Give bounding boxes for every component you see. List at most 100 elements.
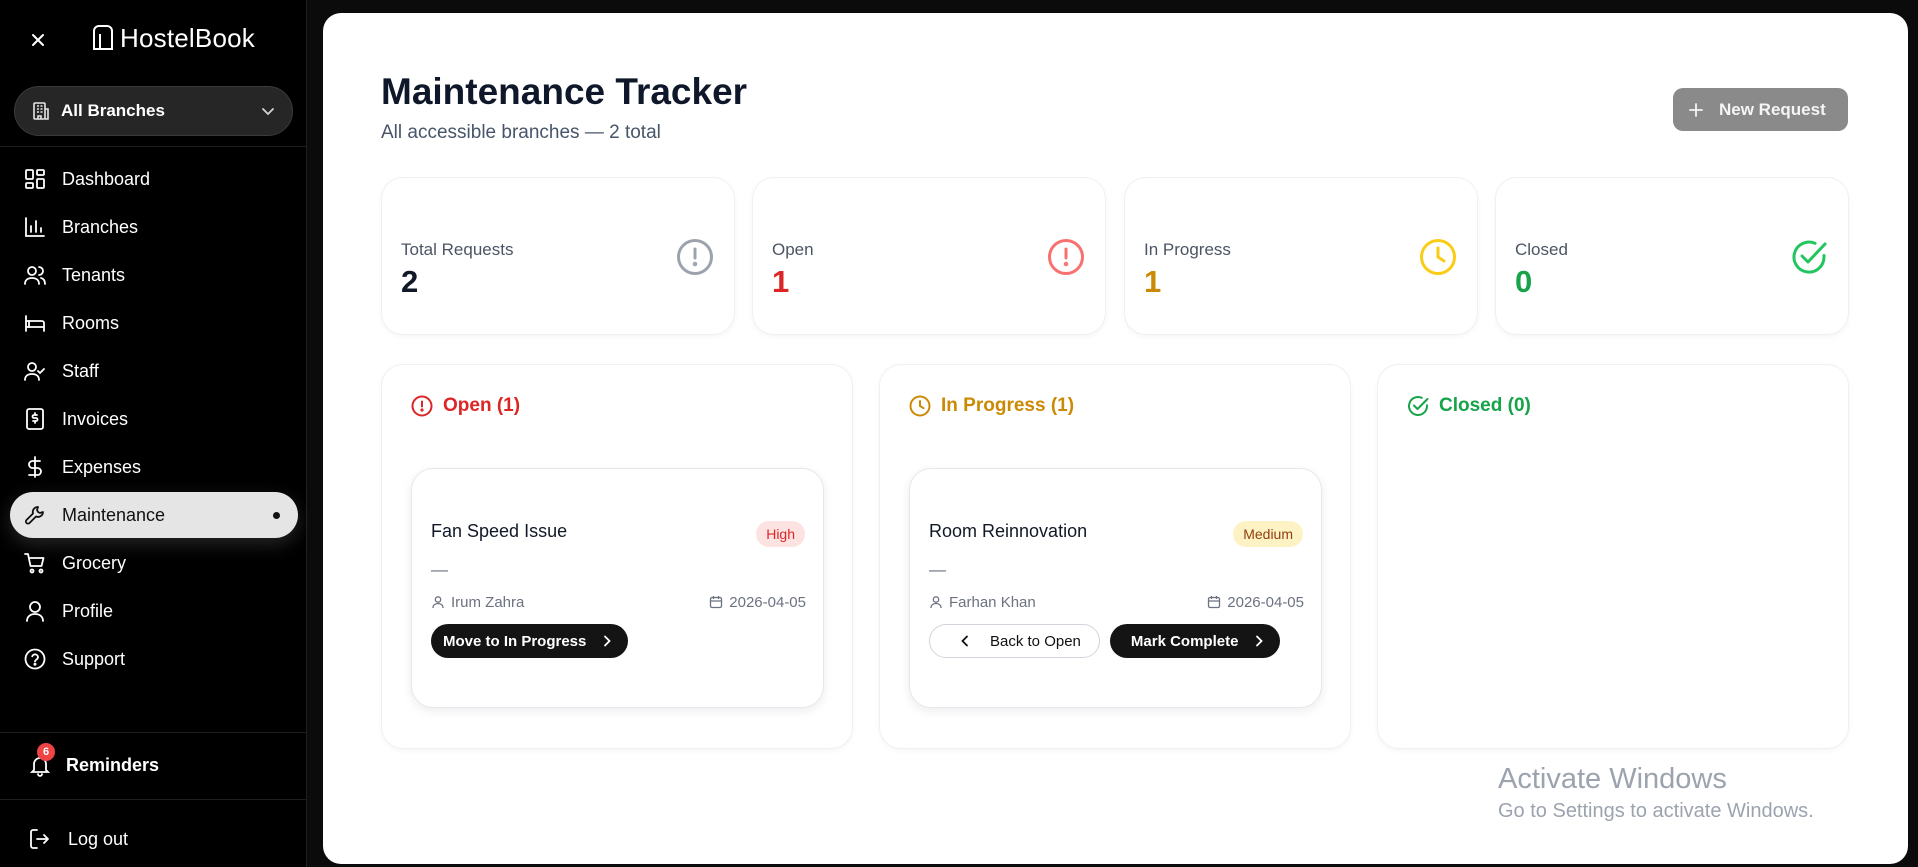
branch-select-value: All Branches bbox=[61, 101, 165, 120]
new-request-button[interactable]: New Request bbox=[1673, 88, 1848, 131]
stat-card-total: Total Requests 2 bbox=[381, 177, 735, 335]
date-value: 2026-04-05 bbox=[729, 593, 806, 611]
sidebar-item-invoices[interactable]: Invoices bbox=[10, 396, 298, 442]
calendar-icon bbox=[1208, 596, 1221, 609]
help-circle-icon bbox=[24, 648, 46, 670]
chevron-left-icon bbox=[961, 635, 968, 647]
reminders-label: Reminders bbox=[66, 754, 160, 775]
bell-icon: 6 bbox=[28, 743, 55, 777]
activation-watermark: Activate Windows Go to Settings to activ… bbox=[1498, 763, 1814, 823]
sidebar-item-label: Maintenance bbox=[62, 504, 166, 525]
user-icon bbox=[930, 596, 942, 609]
sidebar: HostelBook All Branches Dashboard Branch… bbox=[0, 0, 307, 867]
column-open: Open (1) Fan Speed Issue High — Irum Zah… bbox=[381, 364, 853, 749]
building-icon bbox=[31, 101, 51, 121]
card-actions: Move to In Progress bbox=[431, 624, 629, 658]
request-card[interactable]: Room Reinnovation Medium — Farhan Khan 2… bbox=[909, 468, 1322, 708]
assignee-name: Farhan Khan bbox=[949, 593, 1036, 611]
logout-label: Log out bbox=[68, 828, 129, 849]
sidebar-nav: Dashboard Branches Tenants Rooms Staff I… bbox=[10, 156, 298, 684]
check-circle-icon bbox=[1790, 238, 1828, 276]
dashboard-icon bbox=[24, 168, 46, 190]
sidebar-item-label: Expenses bbox=[62, 456, 142, 477]
priority-badge: High bbox=[756, 521, 805, 547]
brand-logo[interactable]: HostelBook bbox=[92, 22, 255, 54]
sidebar-item-maintenance[interactable]: Maintenance bbox=[10, 492, 298, 538]
door-icon bbox=[92, 25, 114, 51]
chevron-right-icon bbox=[604, 635, 612, 647]
request-title: Room Reinnovation bbox=[929, 521, 1088, 541]
sidebar-item-label: Invoices bbox=[62, 408, 129, 429]
assignee-name: Irum Zahra bbox=[451, 593, 525, 611]
active-indicator bbox=[273, 511, 280, 519]
sidebar-item-profile[interactable]: Profile bbox=[10, 588, 298, 634]
sidebar-item-label: Branches bbox=[62, 216, 139, 237]
card-actions: Back to Open Mark Complete bbox=[929, 624, 1281, 658]
kanban-board: Open (1) Fan Speed Issue High — Irum Zah… bbox=[381, 364, 1849, 749]
sidebar-item-label: Support bbox=[62, 648, 126, 669]
request-title: Fan Speed Issue bbox=[431, 521, 568, 541]
request-description: — bbox=[431, 560, 448, 579]
date-value: 2026-04-05 bbox=[1227, 593, 1304, 611]
mark-complete-button[interactable]: Mark Complete bbox=[1109, 624, 1281, 658]
assignee: Irum Zahra bbox=[431, 594, 524, 611]
reminders-count-badge: 6 bbox=[37, 743, 55, 761]
wrench-icon bbox=[24, 504, 46, 526]
alert-circle-icon bbox=[676, 238, 714, 276]
request-meta: Irum Zahra 2026-04-05 bbox=[431, 592, 806, 612]
brand-name: HostelBook bbox=[120, 22, 255, 53]
stat-value: 2 bbox=[401, 264, 419, 299]
sidebar-item-rooms[interactable]: Rooms bbox=[10, 300, 298, 346]
clock-icon bbox=[1419, 238, 1457, 276]
back-to-open-button[interactable]: Back to Open bbox=[929, 624, 1100, 658]
clock-icon bbox=[909, 395, 931, 417]
watermark-line-1: Activate Windows bbox=[1498, 763, 1727, 795]
alert-circle-icon bbox=[411, 395, 433, 417]
page-title: Maintenance Tracker bbox=[381, 71, 748, 112]
sidebar-item-expenses[interactable]: Expenses bbox=[10, 444, 298, 490]
sidebar-item-grocery[interactable]: Grocery bbox=[10, 540, 298, 586]
users-icon bbox=[24, 264, 46, 286]
stat-value: 1 bbox=[772, 264, 790, 299]
reminders-button[interactable]: 6 Reminders bbox=[28, 743, 160, 782]
stat-label: Closed bbox=[1515, 240, 1568, 259]
close-icon[interactable] bbox=[26, 28, 50, 52]
user-check-icon bbox=[24, 360, 46, 382]
stat-card-closed: Closed 0 bbox=[1495, 177, 1849, 335]
logout-button[interactable]: Log out bbox=[28, 822, 128, 856]
stat-card-in-progress: In Progress 1 bbox=[1124, 177, 1478, 335]
main-panel: Maintenance Tracker All accessible branc… bbox=[323, 13, 1908, 864]
stat-label: Open bbox=[772, 240, 814, 259]
user-icon bbox=[24, 600, 46, 622]
stat-card-open: Open 1 bbox=[752, 177, 1106, 335]
stat-value: 0 bbox=[1515, 264, 1533, 299]
sidebar-item-label: Dashboard bbox=[62, 168, 151, 189]
bar-chart-icon bbox=[24, 216, 46, 238]
sidebar-item-label: Rooms bbox=[62, 312, 120, 333]
sidebar-item-support[interactable]: Support bbox=[10, 636, 298, 682]
sidebar-item-staff[interactable]: Staff bbox=[10, 348, 298, 394]
column-header: In Progress (1) bbox=[909, 395, 1074, 417]
sidebar-item-tenants[interactable]: Tenants bbox=[10, 252, 298, 298]
button-label: Move to In Progress bbox=[443, 632, 587, 650]
divider bbox=[0, 799, 307, 800]
branch-select[interactable]: All Branches bbox=[14, 86, 293, 136]
sidebar-item-branches[interactable]: Branches bbox=[10, 204, 298, 250]
sidebar-item-label: Profile bbox=[62, 600, 114, 621]
sidebar-item-dashboard[interactable]: Dashboard bbox=[10, 156, 298, 202]
sidebar-item-label: Staff bbox=[62, 360, 99, 381]
request-card[interactable]: Fan Speed Issue High — Irum Zahra 2026-0… bbox=[411, 468, 824, 708]
move-to-in-progress-button[interactable]: Move to In Progress bbox=[431, 624, 629, 658]
stats-row: Total Requests 2 Open 1 In Progress 1 Cl… bbox=[381, 177, 1849, 335]
bed-icon bbox=[24, 312, 46, 334]
watermark-line-2: Go to Settings to activate Windows. bbox=[1498, 800, 1814, 822]
button-label: Mark Complete bbox=[1130, 632, 1239, 650]
button-label: Back to Open bbox=[990, 632, 1081, 650]
column-header: Open (1) bbox=[411, 395, 520, 417]
sidebar-header: HostelBook bbox=[0, 16, 307, 60]
priority-badge: Medium bbox=[1233, 521, 1303, 547]
divider bbox=[0, 146, 307, 147]
stat-value: 1 bbox=[1144, 264, 1162, 299]
new-request-label: New Request bbox=[1719, 99, 1826, 119]
column-title: Closed (0) bbox=[1439, 395, 1531, 416]
